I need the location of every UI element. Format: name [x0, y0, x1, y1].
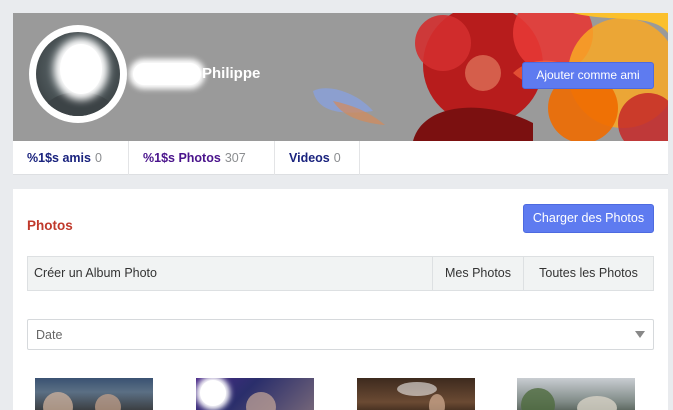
stat-friends[interactable]: %1$s amis 0: [13, 141, 129, 175]
chevron-down-icon: [635, 331, 645, 338]
avatar[interactable]: [36, 32, 120, 116]
stat-photos[interactable]: %1$s Photos 307: [129, 141, 275, 175]
profile-cover: Philippe Ajouter comme ami: [13, 13, 668, 141]
profile-name: Philippe: [202, 65, 261, 82]
tab-all-photos[interactable]: Toutes les Photos: [523, 257, 653, 290]
add-friend-button[interactable]: Ajouter comme ami: [522, 62, 654, 89]
photo-thumbnail[interactable]: [196, 378, 314, 410]
profile-stats-bar: %1$s amis 0 %1$s Photos 307 Videos 0: [13, 141, 668, 175]
tab-my-photos[interactable]: Mes Photos: [432, 257, 523, 290]
photo-thumbnail[interactable]: [35, 378, 153, 410]
avatar-frame: [29, 25, 127, 123]
sort-select[interactable]: Date: [27, 319, 654, 350]
photos-title: Photos: [27, 218, 73, 233]
stat-friends-label: %1$s amis: [27, 151, 91, 165]
photo-thumbnail[interactable]: [517, 378, 635, 410]
stat-photos-label: %1$s Photos: [143, 151, 221, 165]
stat-photos-count: 307: [224, 151, 246, 165]
photos-panel: Photos Charger des Photos Créer un Album…: [13, 189, 668, 410]
tab-create-album[interactable]: Créer un Album Photo: [28, 257, 432, 290]
avatar-face-redaction: [60, 44, 102, 94]
sort-select-value: Date: [36, 328, 63, 342]
stat-friends-count: 0: [94, 151, 102, 165]
stat-videos-label: Videos: [289, 151, 330, 165]
photos-tabs: Créer un Album Photo Mes Photos Toutes l…: [27, 256, 654, 291]
stat-videos[interactable]: Videos 0: [275, 141, 360, 175]
avatar-body: [44, 92, 114, 116]
photo-thumbnail[interactable]: [357, 378, 475, 410]
upload-photos-button[interactable]: Charger des Photos: [523, 204, 654, 233]
photo-grid: [13, 378, 668, 410]
stat-videos-count: 0: [333, 151, 341, 165]
name-redaction: [133, 63, 201, 85]
